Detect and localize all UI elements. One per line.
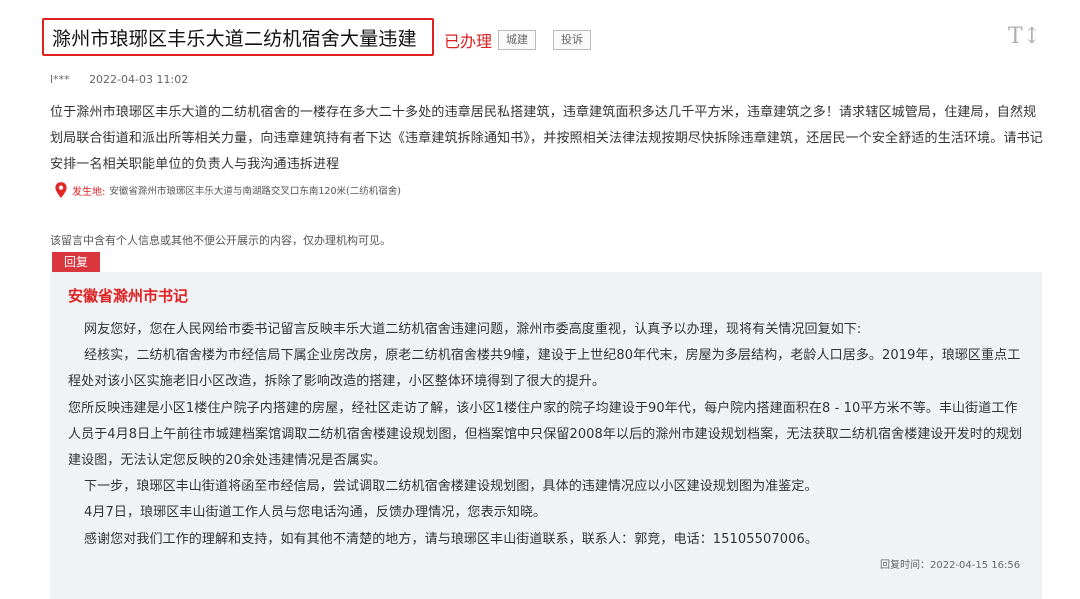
reply-organization: 安徽省滁州市书记	[68, 287, 189, 305]
location-text: 安徽省滁州市琅琊区丰乐大道与南湖路交叉口东南120米(二纺机宿舍)	[109, 186, 401, 197]
font-size-icon[interactable]: T↕	[1008, 24, 1041, 49]
reply-body: 网友您好，您在人民网给市委书记留言反映丰乐大道二纺机宿舍违建问题，滁州市委高度重…	[68, 317, 1028, 553]
reply-paragraph: 网友您好，您在人民网给市委书记留言反映丰乐大道二纺机宿舍违建问题，滁州市委高度重…	[84, 322, 862, 337]
post-date: 2022-04-03 11:02	[89, 73, 189, 86]
reply-tab[interactable]: 回复	[52, 252, 100, 272]
post-title-highlight: 滁州市琅琊区丰乐大道二纺机宿舍大量违建	[42, 18, 434, 56]
privacy-note: 该留言中含有个人信息或其他不便公开展示的内容，仅办理机构可见。	[50, 234, 391, 247]
map-pin-icon	[55, 182, 67, 198]
reply-paragraph: 下一步，琅琊区丰山街道将函至市经信局，尝试调取二纺机宿舍楼建设规划图，具体的违建…	[84, 479, 818, 495]
reply-time: 回复时间：2022-04-15 16:56	[880, 560, 1021, 571]
location-row: 发生地: 安徽省滁州市琅琊区丰乐大道与南湖路交叉口东南120米(二纺机宿舍)	[52, 181, 401, 199]
reply-paragraph: 经核实，二纺机宿舍楼为市经信局下属企业房改房，原老二纺机宿舍楼共9幢，建设于上世…	[68, 348, 1021, 390]
status-badge: 已办理	[444, 32, 493, 51]
category-tag[interactable]: 城建	[498, 30, 536, 50]
author-name: l***	[50, 73, 70, 86]
post-description: 位于滁州市琅琊区丰乐大道的二纺机宿舍的一楼存在多大二十多处的违章居民私搭建筑，违…	[50, 105, 1043, 172]
complaint-tag[interactable]: 投诉	[553, 30, 591, 50]
reply-paragraph: 4月7日，琅琊区丰山街道工作人员与您电话沟通，反馈办理情况，您表示知晓。	[84, 505, 547, 521]
location-label: 发生地:	[72, 186, 106, 198]
post-title: 滁州市琅琊区丰乐大道二纺机宿舍大量违建	[52, 27, 417, 50]
reply-paragraph: 您所反映违建是小区1楼住户院子内搭建的房屋，经社区走访了解，该小区1楼住户家的院…	[68, 400, 1023, 469]
reply-paragraph: 感谢您对我们工作的理解和支持，如有其他不清楚的地方，请与琅琊区丰山街道联系，联系…	[84, 531, 818, 547]
post-meta: l*** 2022-04-03 11:02	[50, 73, 188, 86]
